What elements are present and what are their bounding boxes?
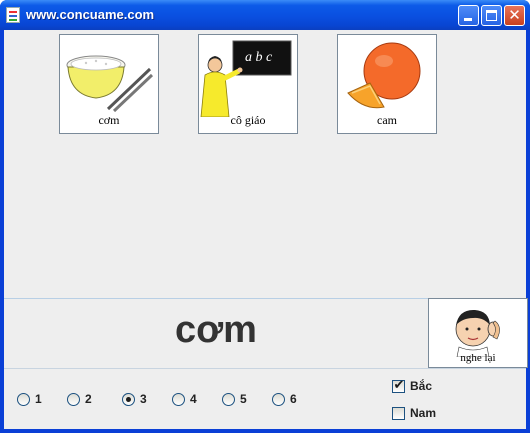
picture-card-cam[interactable]: cam — [337, 34, 437, 134]
radio-label: 6 — [290, 392, 297, 406]
check-mark-icon: ✔ — [393, 377, 405, 393]
radio-circle-selected[interactable] — [122, 392, 135, 406]
minimize-button[interactable] — [458, 5, 479, 26]
teacher-icon: a b c — [200, 40, 292, 117]
maximize-icon — [486, 10, 497, 21]
level-radio-5[interactable]: 5 — [222, 392, 247, 406]
checkbox-label: Nam — [410, 406, 437, 420]
dialect-checkbox-nam[interactable]: Nam — [392, 406, 436, 420]
radio-circle[interactable] — [17, 392, 30, 406]
app-icon[interactable] — [6, 7, 20, 23]
lower-divider — [4, 368, 526, 369]
radio-circle[interactable] — [67, 392, 80, 406]
listen-again-button[interactable]: nghe lại — [428, 298, 528, 368]
radio-circle[interactable] — [172, 392, 185, 406]
level-radio-4[interactable]: 4 — [172, 392, 197, 406]
radio-label: 3 — [140, 392, 147, 406]
window-title: www.concuame.com — [26, 7, 155, 22]
maximize-button[interactable] — [481, 5, 502, 26]
orange-icon — [347, 42, 421, 109]
listen-label: nghe lại — [460, 352, 496, 364]
level-radio-2[interactable]: 2 — [67, 392, 92, 406]
dialect-checkbox-bac[interactable]: ✔ Bắc — [392, 377, 433, 393]
card-label: cơm — [98, 113, 120, 127]
app-window: www.concuame.com ✕ cơm a b c cô giáo cam… — [0, 0, 530, 433]
rice-bowl-icon — [66, 55, 154, 113]
picture-card-co-giao[interactable]: a b c cô giáo — [198, 34, 298, 134]
boy-listening-icon — [455, 309, 500, 357]
current-word: cơm — [175, 309, 257, 351]
radio-label: 4 — [190, 392, 197, 406]
checkbox-box[interactable]: ✔ — [392, 377, 405, 393]
picture-card-com[interactable]: cơm — [59, 34, 159, 134]
title-bar[interactable]: www.concuame.com ✕ — [0, 0, 530, 30]
radio-label: 5 — [240, 392, 247, 406]
checkbox-box[interactable] — [392, 406, 405, 420]
minimize-icon — [464, 18, 472, 21]
card-label: cam — [377, 113, 397, 127]
checkbox-label: Bắc — [410, 379, 433, 393]
radio-label: 2 — [85, 392, 92, 406]
level-radio-6[interactable]: 6 — [272, 392, 297, 406]
close-icon: ✕ — [508, 6, 521, 24]
word-panel: cơm — [4, 299, 428, 369]
level-radio-3[interactable]: 3 — [122, 392, 147, 406]
level-radio-1[interactable]: 1 — [17, 392, 42, 406]
radio-circle[interactable] — [222, 392, 235, 406]
card-label: cô giáo — [230, 113, 266, 127]
radio-circle[interactable] — [272, 392, 285, 406]
svg-text:a b c: a b c — [245, 50, 273, 65]
close-button[interactable]: ✕ — [504, 5, 525, 26]
radio-label: 1 — [35, 392, 42, 406]
client-area: cơm a b c cô giáo cam cơm nghe lại 1 2 3… — [4, 30, 528, 429]
